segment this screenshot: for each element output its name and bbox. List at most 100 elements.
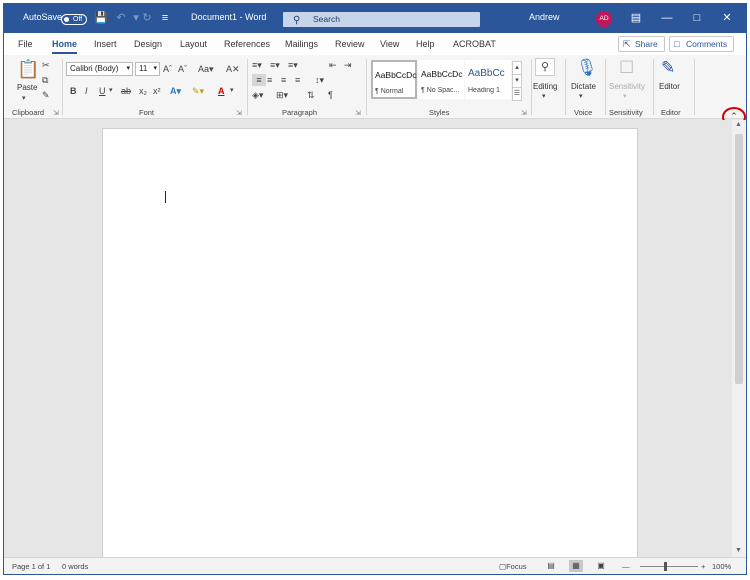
styles-scroll-down-icon[interactable]: ▾ — [512, 74, 522, 88]
tab-layout[interactable]: Layout — [180, 39, 207, 49]
superscript-button[interactable]: x² — [153, 85, 161, 97]
editing-dropdown-icon[interactable]: ▾ — [542, 91, 546, 103]
share-button[interactable]: ⇱ Share — [618, 36, 665, 52]
font-size-combo[interactable]: 11 ▾ — [135, 62, 160, 76]
search-icon: ⚲ — [293, 15, 301, 26]
tab-review[interactable]: Review — [335, 39, 365, 49]
grow-font-icon[interactable]: Aˆ — [163, 63, 172, 75]
dictate-button[interactable]: Dictate — [571, 82, 596, 91]
subscript-button[interactable]: x₂ — [139, 85, 147, 97]
font-launcher-icon[interactable]: ⇲ — [236, 109, 242, 117]
avatar[interactable]: AD — [596, 11, 612, 27]
styles-scroll-up-icon[interactable]: ▴ — [512, 61, 522, 75]
font-color-dropdown-icon[interactable]: ▾ — [230, 85, 234, 97]
align-center-icon[interactable]: ≡ — [267, 74, 272, 86]
document-page[interactable] — [102, 128, 638, 568]
autosave-toggle[interactable]: Off — [61, 14, 87, 25]
highlight-icon[interactable]: ✎▾ — [192, 85, 204, 97]
shrink-font-icon[interactable]: Aˇ — [178, 63, 187, 75]
editor-button[interactable]: Editor — [659, 82, 680, 91]
save-icon[interactable]: 💾 — [94, 11, 108, 25]
print-layout-icon[interactable]: ▦ — [569, 560, 583, 572]
zoom-in-icon[interactable]: + — [701, 562, 705, 571]
tab-file[interactable]: File — [18, 39, 33, 49]
font-size-value: 11 — [139, 64, 148, 73]
clear-formatting-icon[interactable]: A✕ — [226, 63, 240, 75]
font-name-combo[interactable]: Calibri (Body) ▾ — [66, 62, 133, 76]
vertical-scrollbar[interactable]: ▲ ▼ — [732, 120, 746, 557]
editor-icon[interactable]: ✎ — [661, 58, 675, 78]
style-no-spacing[interactable]: AaBbCcDc ¶ No Spac... — [418, 60, 464, 99]
page-count[interactable]: Page 1 of 1 — [12, 562, 50, 571]
font-color-icon[interactable]: A — [218, 85, 225, 97]
scroll-up-icon[interactable]: ▲ — [735, 121, 742, 128]
italic-button[interactable]: I — [85, 85, 88, 97]
copy-icon[interactable]: ⧉ — [42, 74, 48, 86]
underline-dropdown-icon[interactable]: ▾ — [109, 85, 113, 97]
clipboard-launcher-icon[interactable]: ⇲ — [53, 109, 59, 117]
underline-button[interactable]: U — [99, 85, 106, 97]
bold-button[interactable]: B — [70, 85, 77, 97]
tab-references[interactable]: References — [224, 39, 270, 49]
redo-icon[interactable]: ↻ — [140, 11, 154, 25]
zoom-slider[interactable] — [640, 566, 698, 567]
tab-view[interactable]: View — [380, 39, 399, 49]
align-left-icon[interactable]: ≡ — [252, 74, 266, 86]
comments-button[interactable]: □ Comments — [669, 36, 735, 52]
tab-insert[interactable]: Insert — [94, 39, 117, 49]
search-placeholder: Search — [313, 14, 340, 24]
minimize-icon[interactable]: — — [660, 10, 674, 26]
focus-button[interactable]: ▢Focus — [499, 562, 527, 571]
borders-icon[interactable]: ⊞▾ — [276, 89, 288, 101]
user-name[interactable]: Andrew — [529, 12, 560, 22]
styles-launcher-icon[interactable]: ⇲ — [521, 109, 527, 117]
decrease-indent-icon[interactable]: ⇤ — [329, 59, 337, 71]
tab-design[interactable]: Design — [134, 39, 162, 49]
read-mode-icon[interactable]: ▤ — [544, 560, 558, 572]
tab-home[interactable]: Home — [52, 39, 78, 54]
editing-button[interactable]: Editing — [533, 82, 557, 91]
ribbon-display-options-icon[interactable]: ▤ — [629, 10, 643, 26]
sort-icon[interactable]: ⇅ — [307, 89, 315, 101]
increase-indent-icon[interactable]: ⇥ — [344, 59, 352, 71]
strikethrough-button[interactable]: ab — [121, 85, 131, 97]
scroll-down-icon[interactable]: ▼ — [735, 547, 742, 554]
styles-more-icon[interactable]: ☰ — [512, 87, 522, 101]
word-count[interactable]: 0 words — [62, 562, 88, 571]
line-spacing-icon[interactable]: ↕▾ — [315, 74, 324, 86]
sensitivity-dropdown-icon: ▾ — [623, 93, 627, 100]
tab-help[interactable]: Help — [416, 39, 435, 49]
change-case-button[interactable]: Aa▾ — [198, 63, 214, 75]
paste-dropdown-icon[interactable]: ▾ — [22, 93, 26, 105]
align-right-icon[interactable]: ≡ — [281, 74, 286, 86]
show-formatting-button[interactable]: ¶ — [328, 89, 333, 101]
tab-acrobat[interactable]: ACROBAT — [453, 39, 496, 49]
web-layout-icon[interactable]: ▣ — [594, 560, 608, 572]
justify-icon[interactable]: ≡ — [295, 74, 300, 86]
find-icon[interactable]: ⚲ — [535, 58, 555, 76]
tab-mailings[interactable]: Mailings — [285, 39, 318, 49]
zoom-slider-thumb[interactable] — [664, 562, 667, 571]
paste-icon[interactable]: 📋 — [17, 59, 39, 79]
paste-label[interactable]: Paste — [17, 83, 37, 92]
zoom-out-icon[interactable]: — — [622, 562, 630, 571]
numbering-icon[interactable]: ≡▾ — [270, 59, 280, 71]
multilevel-list-icon[interactable]: ≡▾ — [288, 59, 298, 71]
microphone-icon[interactable]: 🎙 — [576, 58, 598, 78]
cut-icon[interactable]: ✂ — [42, 59, 50, 71]
dictate-dropdown-icon[interactable]: ▾ — [579, 91, 583, 103]
close-icon[interactable]: ✕ — [720, 10, 734, 26]
paragraph-launcher-icon[interactable]: ⇲ — [355, 109, 361, 117]
bullets-icon[interactable]: ≡▾ — [252, 59, 262, 71]
undo-icon[interactable]: ↶ — [114, 11, 128, 25]
shading-icon[interactable]: ◈▾ — [252, 89, 263, 101]
style-normal[interactable]: AaBbCcDc ¶ Normal — [371, 60, 417, 99]
customize-qat-icon[interactable]: ≡ — [158, 11, 172, 25]
scrollbar-thumb[interactable] — [735, 134, 743, 384]
format-painter-icon[interactable]: ✎ — [42, 89, 50, 101]
zoom-level[interactable]: 100% — [712, 562, 731, 571]
maximize-icon[interactable]: □ — [690, 10, 704, 26]
search-box[interactable]: ⚲ Search — [283, 12, 480, 27]
text-effects-icon[interactable]: A▾ — [170, 85, 181, 97]
style-heading-1[interactable]: AaBbCc Heading 1 — [465, 60, 511, 99]
